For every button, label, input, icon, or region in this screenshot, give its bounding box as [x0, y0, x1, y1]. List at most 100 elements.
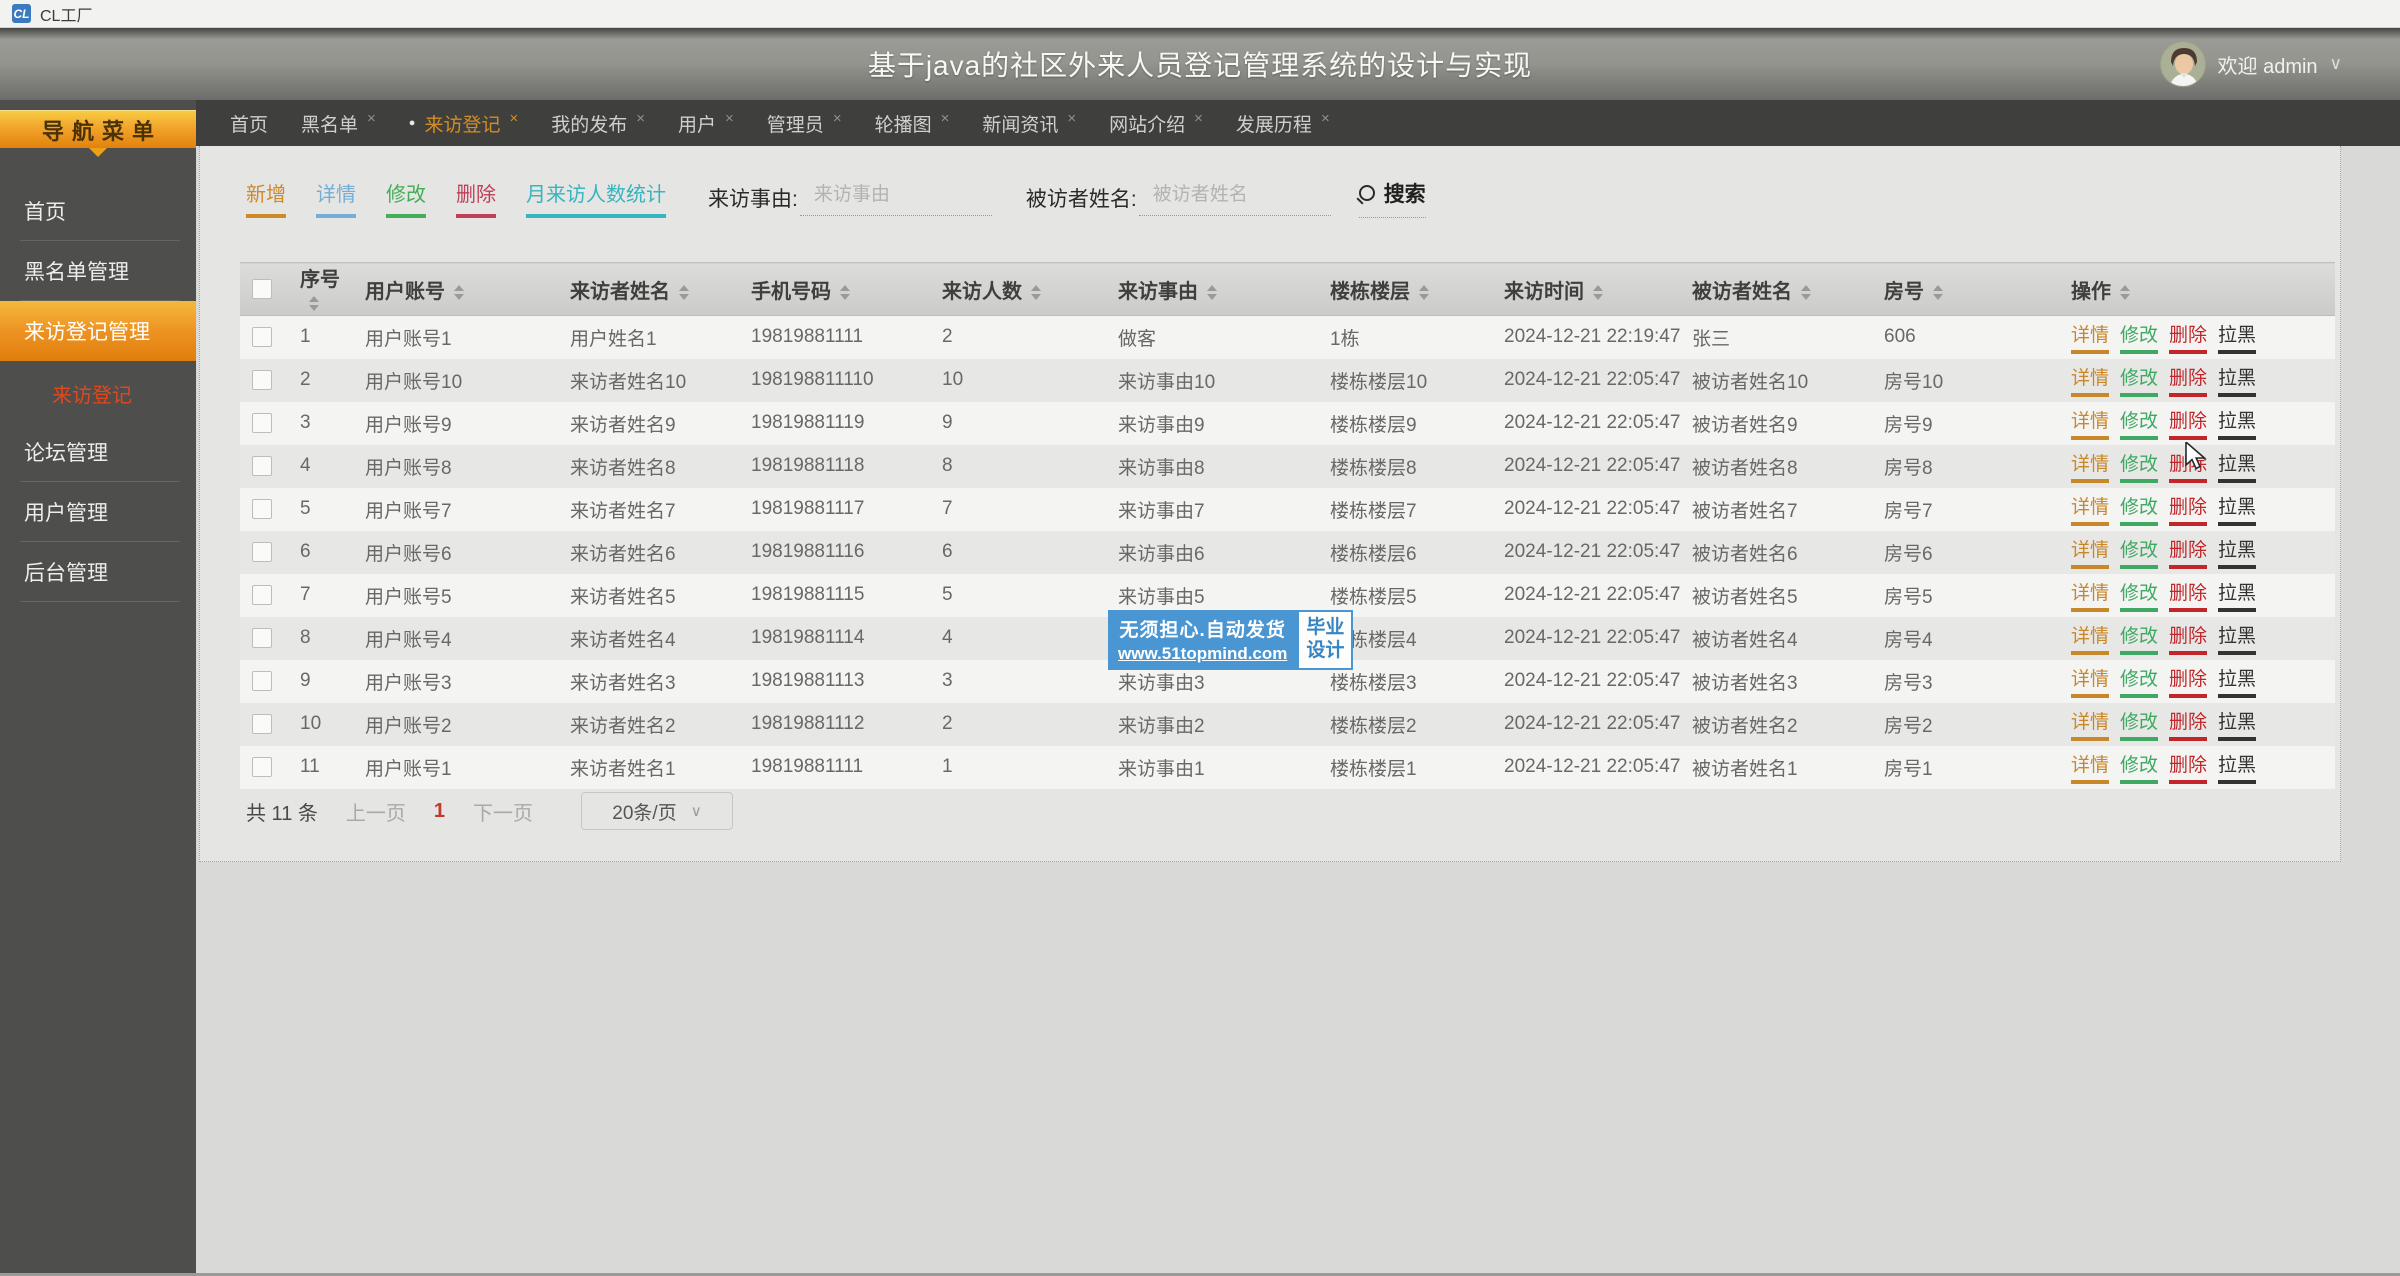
row-action-3[interactable]: 拉黑 — [2218, 707, 2257, 741]
sidebar-item-5[interactable]: 用户管理 — [0, 482, 196, 542]
row-checkbox[interactable] — [252, 541, 272, 562]
tab-close-icon[interactable]: × — [725, 110, 734, 127]
column-header-5[interactable]: 来访事由 — [1106, 262, 1318, 316]
row-action-2[interactable]: 删除 — [2169, 750, 2208, 784]
toolbar-button-4[interactable]: 月来访人数统计 — [526, 178, 666, 218]
chevron-down-icon[interactable]: ∨ — [2330, 54, 2342, 74]
row-action-2[interactable]: 删除 — [2169, 621, 2208, 655]
row-action-2[interactable]: 删除 — [2169, 664, 2208, 698]
row-action-1[interactable]: 修改 — [2120, 750, 2159, 784]
tab-6[interactable]: 轮播图 × — [875, 110, 950, 137]
column-header-7[interactable]: 来访时间 — [1492, 262, 1680, 316]
row-action-0[interactable]: 详情 — [2071, 707, 2110, 741]
row-checkbox[interactable] — [252, 369, 272, 390]
tab-9[interactable]: 发展历程 × — [1236, 110, 1330, 137]
row-action-3[interactable]: 拉黑 — [2218, 621, 2257, 655]
row-action-2[interactable]: 删除 — [2169, 406, 2208, 440]
sidebar-subitem-3[interactable]: 来访登记 — [0, 361, 196, 422]
row-action-1[interactable]: 修改 — [2120, 535, 2159, 569]
column-header-4[interactable]: 来访人数 — [930, 262, 1106, 316]
row-action-0[interactable]: 详情 — [2071, 492, 2110, 526]
row-action-0[interactable]: 详情 — [2071, 320, 2110, 355]
toolbar-button-1[interactable]: 详情 — [316, 178, 356, 218]
row-checkbox[interactable] — [252, 713, 272, 734]
row-action-3[interactable]: 拉黑 — [2218, 449, 2257, 483]
row-action-2[interactable]: 删除 — [2169, 707, 2208, 741]
row-action-0[interactable]: 详情 — [2071, 664, 2110, 698]
row-action-1[interactable]: 修改 — [2120, 406, 2159, 440]
row-action-1[interactable]: 修改 — [2120, 621, 2159, 655]
row-checkbox[interactable] — [252, 756, 272, 777]
sort-icon[interactable] — [309, 296, 319, 312]
row-action-0[interactable]: 详情 — [2071, 363, 2110, 397]
row-action-0[interactable]: 详情 — [2071, 621, 2110, 655]
row-action-3[interactable]: 拉黑 — [2218, 578, 2257, 612]
sort-icon[interactable] — [2120, 284, 2130, 300]
prev-page-button[interactable]: 上一页 — [346, 797, 406, 826]
row-action-2[interactable]: 删除 — [2169, 535, 2208, 569]
select-all-checkbox[interactable] — [252, 279, 272, 300]
row-action-0[interactable]: 详情 — [2071, 449, 2110, 483]
sort-icon[interactable] — [1593, 284, 1603, 300]
row-action-3[interactable]: 拉黑 — [2218, 363, 2257, 397]
tab-close-icon[interactable]: × — [1194, 110, 1203, 127]
sort-icon[interactable] — [454, 284, 464, 300]
row-action-1[interactable]: 修改 — [2120, 578, 2159, 612]
tab-1[interactable]: 黑名单 × — [301, 110, 376, 137]
column-header-10[interactable]: 操作 — [2059, 262, 2335, 316]
row-checkbox[interactable] — [252, 455, 272, 476]
current-page[interactable]: 1 — [434, 800, 445, 823]
tab-close-icon[interactable]: × — [941, 110, 950, 127]
row-action-2[interactable]: 删除 — [2169, 492, 2208, 526]
sidebar-item-2[interactable]: 来访登记管理 — [0, 301, 196, 361]
tab-2[interactable]: ● 来访登记 × — [409, 110, 518, 137]
sort-icon[interactable] — [679, 284, 689, 300]
row-action-0[interactable]: 详情 — [2071, 750, 2110, 784]
row-action-3[interactable]: 拉黑 — [2218, 535, 2257, 569]
row-checkbox[interactable] — [252, 670, 272, 691]
tab-close-icon[interactable]: × — [367, 110, 376, 127]
tab-close-icon[interactable]: × — [636, 110, 645, 127]
sidebar-item-6[interactable]: 后台管理 — [0, 542, 196, 602]
sort-icon[interactable] — [1207, 284, 1217, 300]
toolbar-button-0[interactable]: 新增 — [246, 178, 286, 218]
row-action-3[interactable]: 拉黑 — [2218, 750, 2257, 784]
row-checkbox[interactable] — [252, 498, 272, 519]
row-action-1[interactable]: 修改 — [2120, 320, 2159, 355]
column-header-0[interactable]: 序号 — [288, 262, 353, 316]
tab-close-icon[interactable]: × — [1321, 110, 1330, 127]
row-action-3[interactable]: 拉黑 — [2218, 320, 2257, 355]
column-header-1[interactable]: 用户账号 — [353, 262, 558, 316]
toolbar-button-2[interactable]: 修改 — [386, 178, 426, 218]
row-checkbox[interactable] — [252, 412, 272, 433]
row-action-2[interactable]: 删除 — [2169, 363, 2208, 397]
sort-icon[interactable] — [1031, 284, 1041, 300]
column-header-3[interactable]: 手机号码 — [739, 262, 930, 316]
row-action-1[interactable]: 修改 — [2120, 707, 2159, 741]
row-action-0[interactable]: 详情 — [2071, 406, 2110, 440]
tab-3[interactable]: 我的发布 × — [551, 110, 645, 137]
sort-icon[interactable] — [840, 284, 850, 300]
column-header-9[interactable]: 房号 — [1872, 262, 2059, 316]
row-action-1[interactable]: 修改 — [2120, 363, 2159, 397]
tab-5[interactable]: 管理员 × — [767, 110, 842, 137]
next-page-button[interactable]: 下一页 — [473, 797, 533, 826]
row-action-0[interactable]: 详情 — [2071, 578, 2110, 612]
row-action-1[interactable]: 修改 — [2120, 664, 2159, 698]
search-button[interactable]: 搜索 — [1358, 178, 1426, 218]
sidebar-item-4[interactable]: 论坛管理 — [0, 422, 196, 482]
visitee-search-input[interactable] — [1138, 180, 1331, 216]
tab-0[interactable]: 首页 — [230, 110, 268, 137]
sort-icon[interactable] — [1933, 284, 1943, 300]
row-action-3[interactable]: 拉黑 — [2218, 492, 2257, 526]
sidebar-item-1[interactable]: 黑名单管理 — [0, 241, 196, 301]
reason-search-input[interactable] — [799, 180, 992, 216]
column-header-6[interactable]: 楼栋楼层 — [1318, 262, 1492, 316]
tab-4[interactable]: 用户 × — [678, 110, 734, 137]
row-action-1[interactable]: 修改 — [2120, 492, 2159, 526]
tab-7[interactable]: 新闻资讯 × — [982, 110, 1076, 137]
row-action-3[interactable]: 拉黑 — [2218, 664, 2257, 698]
row-action-0[interactable]: 详情 — [2071, 535, 2110, 569]
tab-close-icon[interactable]: × — [509, 110, 518, 127]
row-action-3[interactable]: 拉黑 — [2218, 406, 2257, 440]
